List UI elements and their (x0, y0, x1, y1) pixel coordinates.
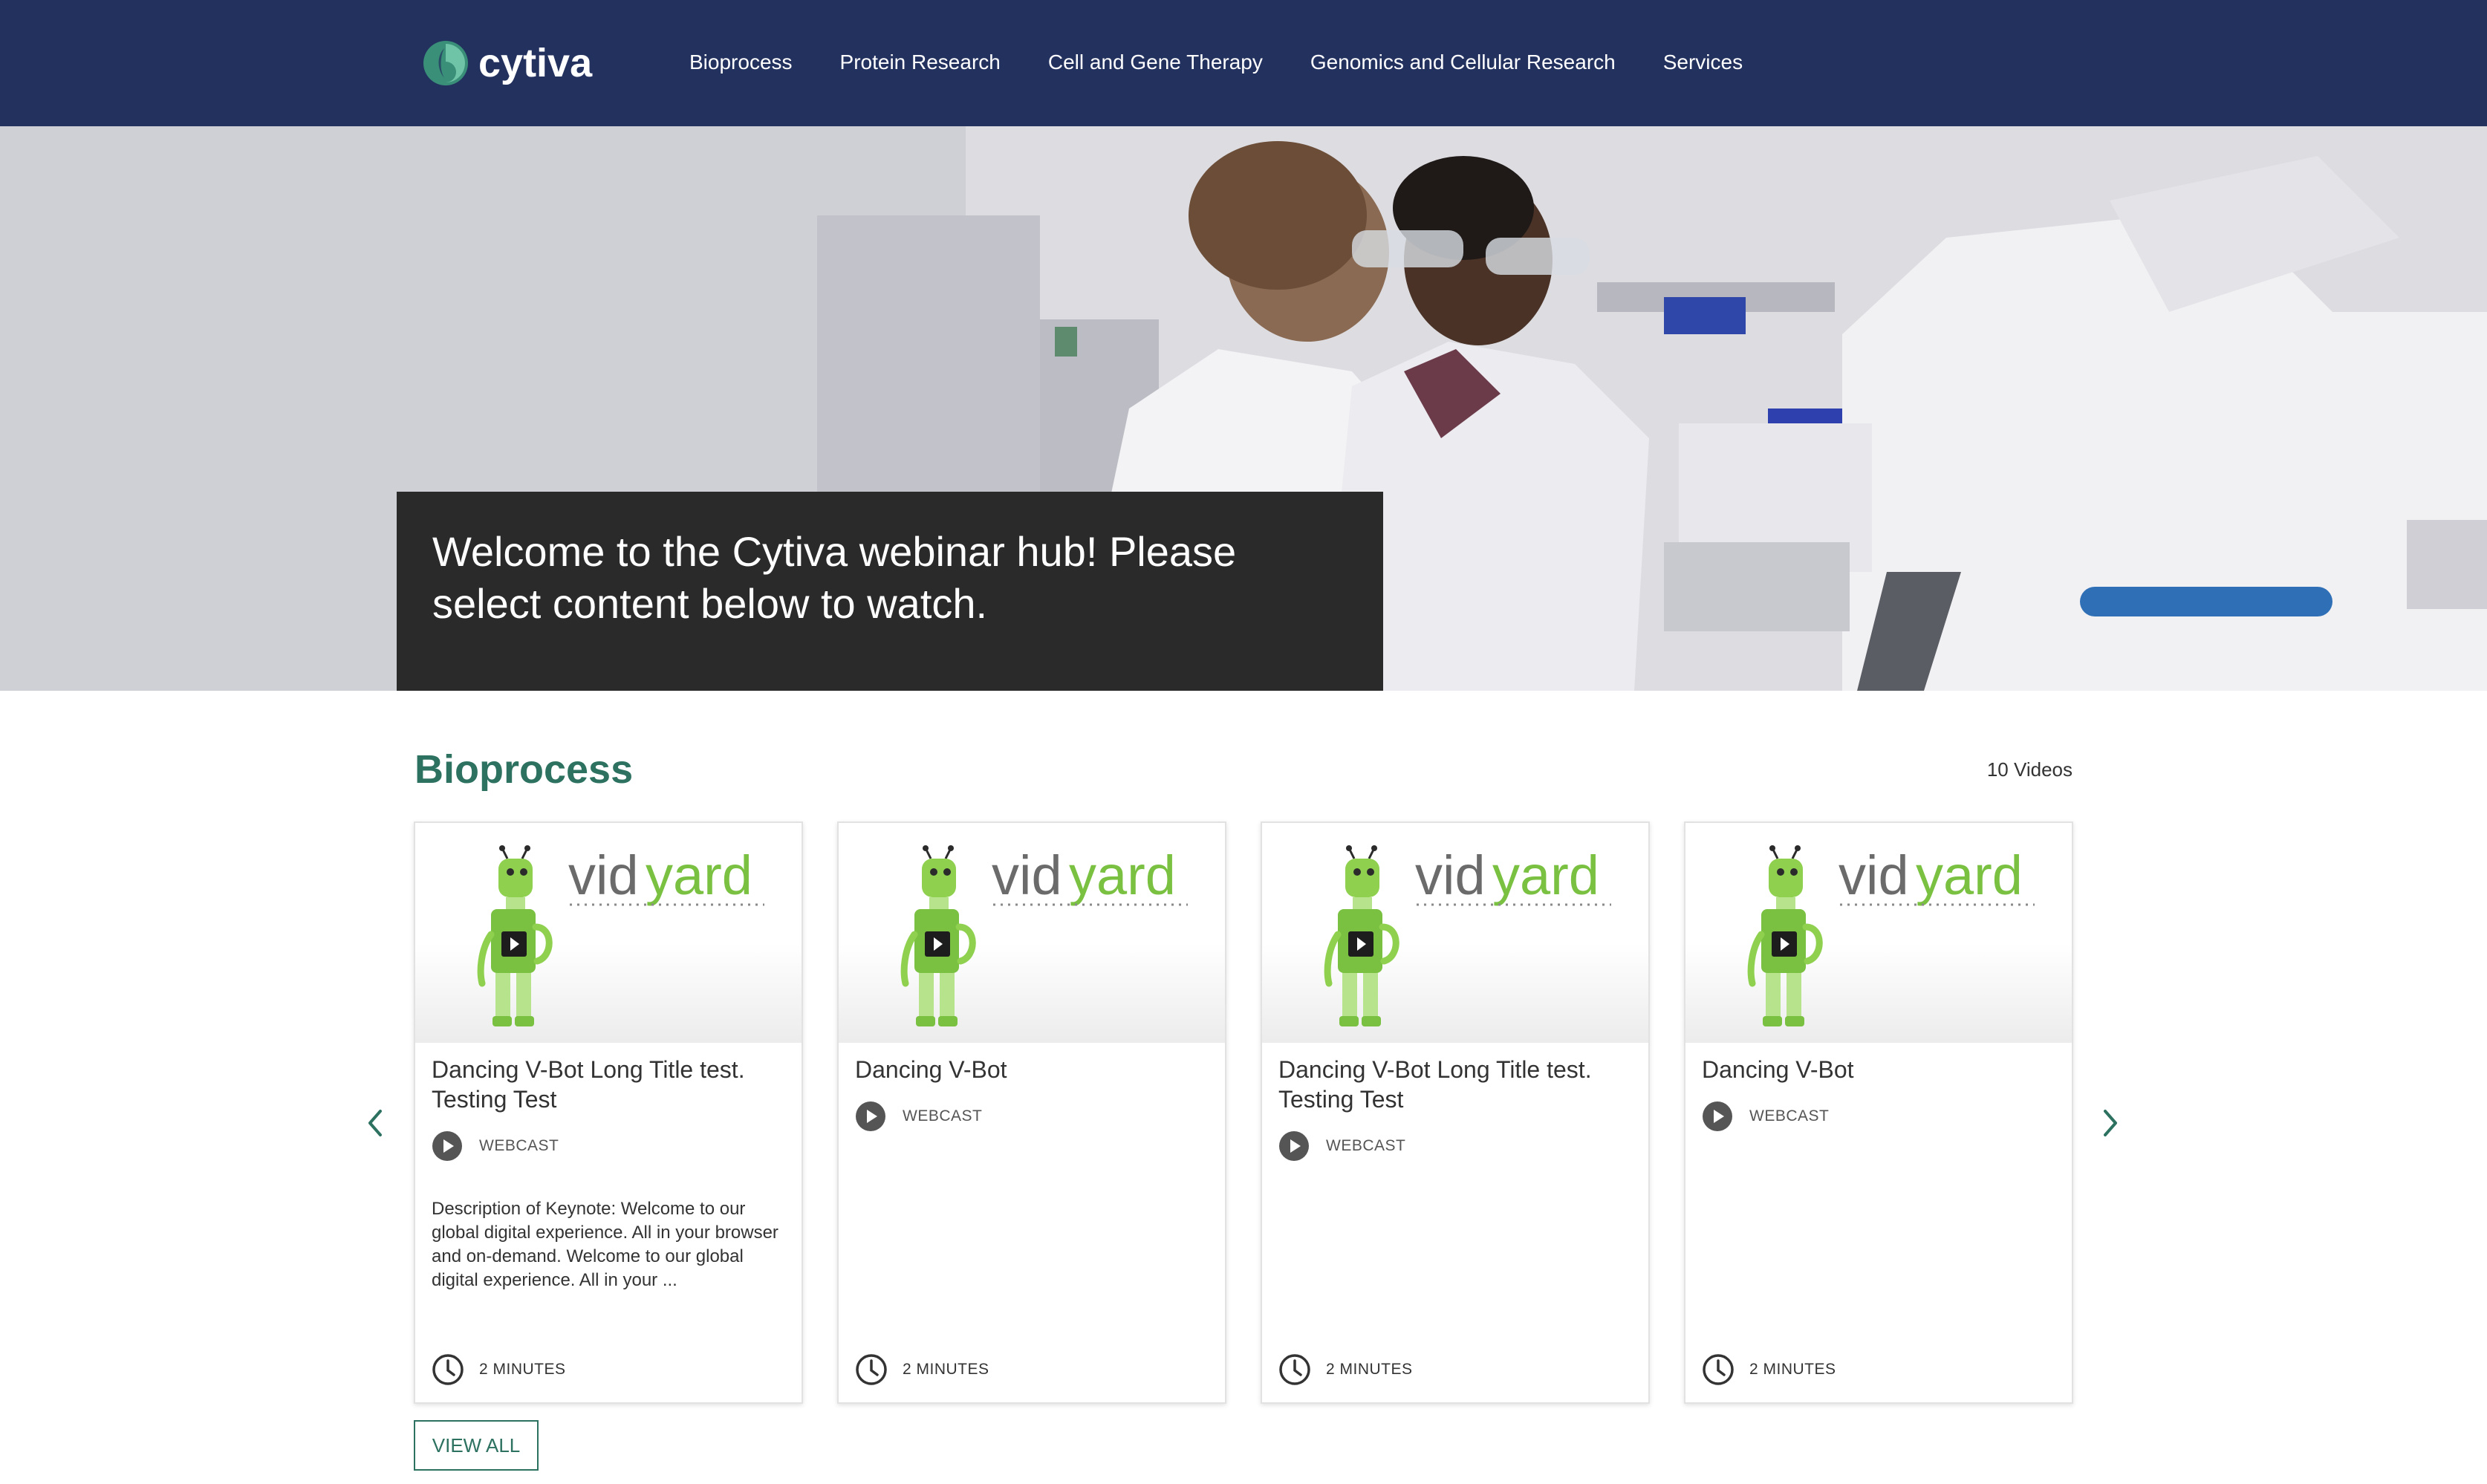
site-header: cytiva Bioprocess Protein Research Cell … (0, 0, 2487, 126)
card-type-label: WEBCAST (903, 1107, 983, 1125)
nav-bioprocess[interactable]: Bioprocess (689, 48, 793, 77)
vidyard-thumbnail-image: vid yard (1747, 844, 2035, 1026)
card-duration-label: 2 MINUTES (1749, 1361, 1836, 1378)
vidyard-wordmark: vid (1839, 844, 1909, 906)
card-type-label: WEBCAST (1326, 1137, 1406, 1154)
card-type: WEBCAST (1278, 1130, 1405, 1162)
card-type: WEBCAST (1702, 1101, 1829, 1132)
main-nav: Bioprocess Protein Research Cell and Gen… (689, 48, 1743, 77)
vidyard-wordmark: vid (1415, 844, 1486, 906)
hero-banner: Welcome to the Cytiva webinar hub! Pleas… (0, 126, 2487, 691)
hero-caption: Welcome to the Cytiva webinar hub! Pleas… (397, 492, 1383, 691)
vbot-robot (1324, 845, 1399, 1026)
cytiva-logo[interactable]: cytiva (422, 37, 592, 89)
chevron-right-icon (2104, 1110, 2117, 1136)
card-duration: 2 MINUTES (1278, 1353, 1413, 1386)
card-type: WEBCAST (432, 1130, 559, 1162)
video-count: 10 Videos (1986, 758, 2072, 781)
play-icon (856, 1101, 885, 1131)
video-card[interactable]: vid yard Dancing V-Bot Long Title test. … (1261, 821, 1650, 1404)
vidyard-thumbnail-image: vid yard (900, 844, 1188, 1026)
section-title: Bioprocess (414, 747, 634, 792)
svg-text:yard: yard (646, 844, 752, 906)
nav-protein-research[interactable]: Protein Research (840, 48, 1001, 77)
card-duration-label: 2 MINUTES (1326, 1361, 1413, 1378)
card-description: Description of Keynote: Welcome to our g… (432, 1199, 778, 1290)
vidyard-thumbnail-image: vid yard (1324, 844, 1611, 1026)
play-icon (1703, 1101, 1732, 1131)
vbot-robot (900, 845, 976, 1026)
video-thumbnail[interactable]: vid yard (415, 823, 802, 1043)
card-title[interactable]: Dancing V-Bot Long Title test. Testing T… (432, 1055, 788, 1114)
clock-icon (1703, 1354, 1734, 1385)
card-duration-label: 2 MINUTES (903, 1361, 989, 1378)
view-all-button[interactable]: VIEW ALL (414, 1420, 539, 1471)
carousel-prev-button[interactable] (360, 1101, 389, 1145)
video-card[interactable]: vid yard Dancing V-Bot WEBCAST 2 MINUTES (1684, 821, 2073, 1404)
vidyard-thumbnail-image: vid yard (477, 844, 764, 1026)
nav-cell-and-gene-therapy[interactable]: Cell and Gene Therapy (1048, 48, 1263, 77)
video-carousel: vid yard Dancing V-Bot Long Title test. … (414, 821, 2073, 1404)
carousel-next-button[interactable] (2096, 1101, 2126, 1145)
card-type-label: WEBCAST (479, 1137, 559, 1154)
vbot-robot (477, 845, 553, 1026)
card-title[interactable]: Dancing V-Bot (1702, 1055, 2058, 1084)
vbot-robot (1747, 845, 1823, 1026)
card-duration: 2 MINUTES (855, 1353, 989, 1386)
card-title[interactable]: Dancing V-Bot (855, 1055, 1212, 1084)
card-type-label: WEBCAST (1749, 1107, 1830, 1125)
card-duration: 2 MINUTES (1702, 1353, 1836, 1386)
play-icon (432, 1131, 462, 1161)
play-icon (1279, 1131, 1309, 1161)
cytiva-logo-icon (423, 41, 468, 85)
clock-icon (1279, 1354, 1310, 1385)
card-title[interactable]: Dancing V-Bot Long Title test. Testing T… (1278, 1055, 1635, 1114)
video-card[interactable]: vid yard Dancing V-Bot Long Title test. … (414, 821, 803, 1404)
video-thumbnail[interactable]: vid yard (1685, 823, 2072, 1043)
clock-icon (432, 1354, 464, 1385)
hero-caption-text: Welcome to the Cytiva webinar hub! Pleas… (432, 528, 1237, 627)
clock-icon (856, 1354, 887, 1385)
video-thumbnail[interactable]: vid yard (1262, 823, 1648, 1043)
video-thumbnail[interactable]: vid yard (839, 823, 1225, 1043)
nav-services[interactable]: Services (1663, 48, 1743, 77)
chevron-left-icon (368, 1110, 382, 1136)
svg-text:yard: yard (1069, 844, 1176, 906)
video-card[interactable]: vid yard Dancing V-Bot WEBCAST 2 MINUTES (837, 821, 1226, 1404)
svg-text:yard: yard (1916, 844, 2023, 906)
card-duration: 2 MINUTES (432, 1353, 566, 1386)
card-type: WEBCAST (855, 1101, 982, 1132)
card-duration-label: 2 MINUTES (479, 1361, 566, 1378)
svg-text:yard: yard (1492, 844, 1599, 906)
vidyard-wordmark: vid (568, 844, 639, 906)
logo-text: cytiva (478, 41, 593, 85)
nav-genomics-and-cellular-research[interactable]: Genomics and Cellular Research (1310, 48, 1616, 77)
vidyard-wordmark: vid (992, 844, 1062, 906)
